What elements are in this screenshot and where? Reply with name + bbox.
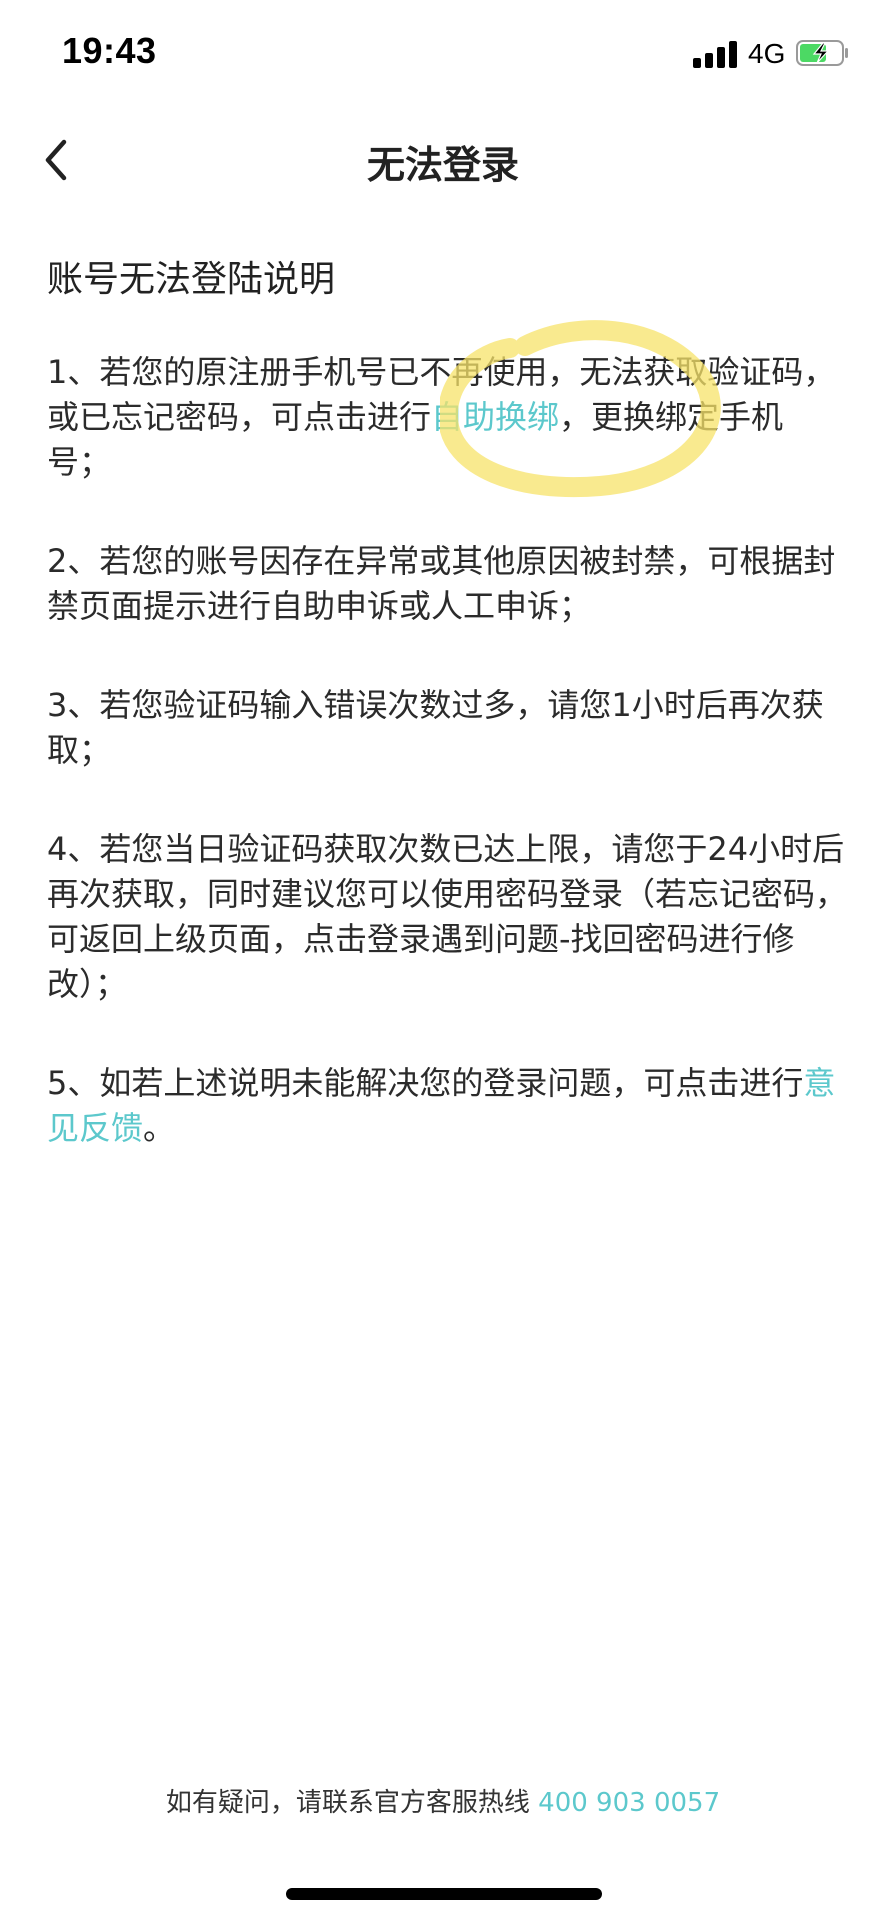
self-rebind-link[interactable]: 自助换绑	[431, 398, 559, 436]
home-indicator[interactable]	[286, 1888, 602, 1900]
main-content: 账号无法登陆说明 1、若您的原注册手机号已不再使用，无法获取验证码，或已忘记密码…	[47, 252, 847, 1205]
item-5-text-end: 。	[143, 1109, 176, 1147]
instruction-item-1: 1、若您的原注册手机号已不再使用，无法获取验证码，或已忘记密码，可点击进行自助换…	[47, 350, 847, 485]
network-type: 4G	[748, 38, 786, 69]
item-5-text: 5、如若上述说明未能解决您的登录问题，可点击进行	[47, 1064, 804, 1102]
instruction-item-2: 2、若您的账号因存在异常或其他原因被封禁，可根据封禁页面提示进行自助申诉或人工申…	[47, 542, 836, 625]
status-bar: 19:43 4G	[0, 0, 886, 110]
section-heading: 账号无法登陆说明	[47, 259, 336, 300]
status-time: 19:43	[62, 30, 157, 71]
battery-charging-icon	[796, 40, 848, 66]
instruction-item-5: 5、如若上述说明未能解决您的登录问题，可点击进行意见反馈。	[47, 1061, 847, 1151]
nav-bar: 无法登录	[0, 110, 886, 210]
footer-text: 如有疑问，请联系官方客服热线	[165, 1788, 530, 1818]
page-title: 无法登录	[366, 143, 519, 187]
instruction-item-3: 3、若您验证码输入错误次数过多，请您1小时后再次获取；	[47, 686, 824, 769]
instruction-item-4: 4、若您当日验证码获取次数已达上限，请您于24小时后再次获取，同时建议您可以使用…	[47, 830, 848, 1003]
hotline-phone-link[interactable]: 400 903 0057	[538, 1788, 720, 1818]
footer-hotline: 如有疑问，请联系官方客服热线 400 903 0057	[0, 1782, 886, 1819]
signal-bars-icon	[693, 40, 739, 68]
